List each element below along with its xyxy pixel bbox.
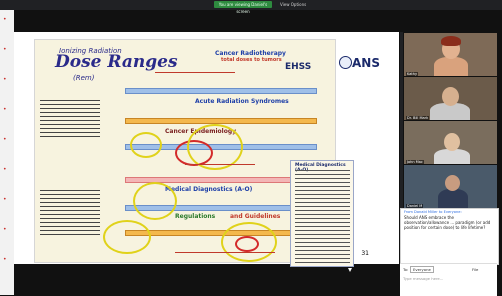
avatar	[445, 175, 460, 191]
chat-message-text: Should ANS embrace the observation/allow…	[404, 215, 491, 230]
chat-file-button[interactable]: File	[472, 267, 478, 272]
slide-page-number: 31	[361, 250, 369, 257]
ans-emblem-icon	[339, 56, 352, 69]
participant-tile[interactable]: John Mac	[403, 120, 498, 166]
highlight-ring	[133, 182, 177, 220]
annotation-red-line	[175, 252, 275, 253]
participant-body	[434, 57, 468, 77]
rec-dot-icon: •	[3, 226, 7, 233]
participant-gallery: Kathy Dr. Bill Mark John Mac Daniel M	[400, 32, 498, 210]
chat-message-popup: From Donald Miller to Everyone: Should A…	[400, 208, 499, 265]
dose-scale-row	[125, 88, 317, 94]
chart-title: Dose Ranges	[55, 52, 178, 72]
section-regulations: Regulations	[175, 213, 216, 220]
ans-logo: ANS	[352, 56, 380, 70]
rec-dot-icon: •	[3, 136, 7, 143]
avatar	[444, 133, 460, 151]
medical-diagnostics-panel: Medical Diagnostics (A-O)	[290, 160, 354, 267]
rec-dot-icon: •	[3, 166, 7, 173]
annotation-text-block	[40, 190, 100, 238]
participant-tile[interactable]: Kathy	[403, 32, 498, 78]
rec-dot-icon: •	[3, 196, 7, 203]
section-guidelines: and Guidelines	[230, 213, 281, 220]
rec-dot-icon: •	[3, 76, 7, 83]
meeting-topbar: You are viewing Daniel's screen View Opt…	[0, 0, 502, 14]
participant-tile[interactable]: Dr. Bill Mark	[403, 76, 498, 122]
participant-body	[438, 189, 468, 209]
mouse-cursor-icon	[348, 268, 352, 272]
shared-slide: Ionizing Radiation Dose Ranges (Rem) EHS…	[14, 32, 399, 267]
avatar	[442, 87, 459, 106]
section-cancer-radiotherapy: Cancer Radiotherapy	[215, 50, 286, 57]
view-options-button[interactable]: View Options	[280, 1, 308, 8]
dose-scale-row	[125, 230, 317, 236]
chat-compose-area: To: Everyone File Type message here...	[400, 263, 497, 296]
annotation-red-line	[185, 164, 255, 165]
participant-tile[interactable]: Daniel M	[403, 164, 498, 210]
screen-sharing-indicator[interactable]: You are viewing Daniel's screen	[214, 1, 272, 14]
rec-dot-icon: •	[3, 106, 7, 113]
annotation-text-block	[40, 100, 100, 140]
chat-recipient-select[interactable]: Everyone	[410, 266, 434, 273]
panel-rows	[295, 170, 350, 266]
dose-ranges-chart: Ionizing Radiation Dose Ranges (Rem) EHS…	[34, 39, 354, 267]
rec-dot-icon: •	[3, 16, 7, 23]
chat-message-input[interactable]: Type message here...	[403, 276, 443, 281]
rec-dot-icon: •	[3, 256, 7, 263]
participant-body	[434, 149, 470, 165]
left-side-strip: • • • • • • • • •	[0, 10, 14, 295]
section-acute: Acute Radiation Syndromes	[195, 98, 289, 105]
ehss-logo: EHSS	[285, 62, 312, 72]
section-medical: Medical Diagnostics (A-O)	[165, 186, 253, 193]
dose-scale-row	[125, 118, 317, 124]
highlight-ring	[130, 132, 162, 158]
section-total-doses: total doses to tumors	[221, 57, 282, 63]
highlight-ring	[235, 236, 259, 252]
annotation-red-line	[155, 72, 235, 73]
chat-to-label: To:	[403, 267, 409, 272]
participant-hair	[441, 36, 461, 46]
chart-units: (Rem)	[73, 74, 95, 82]
rec-dot-icon: •	[3, 46, 7, 53]
highlight-ring	[103, 220, 151, 254]
